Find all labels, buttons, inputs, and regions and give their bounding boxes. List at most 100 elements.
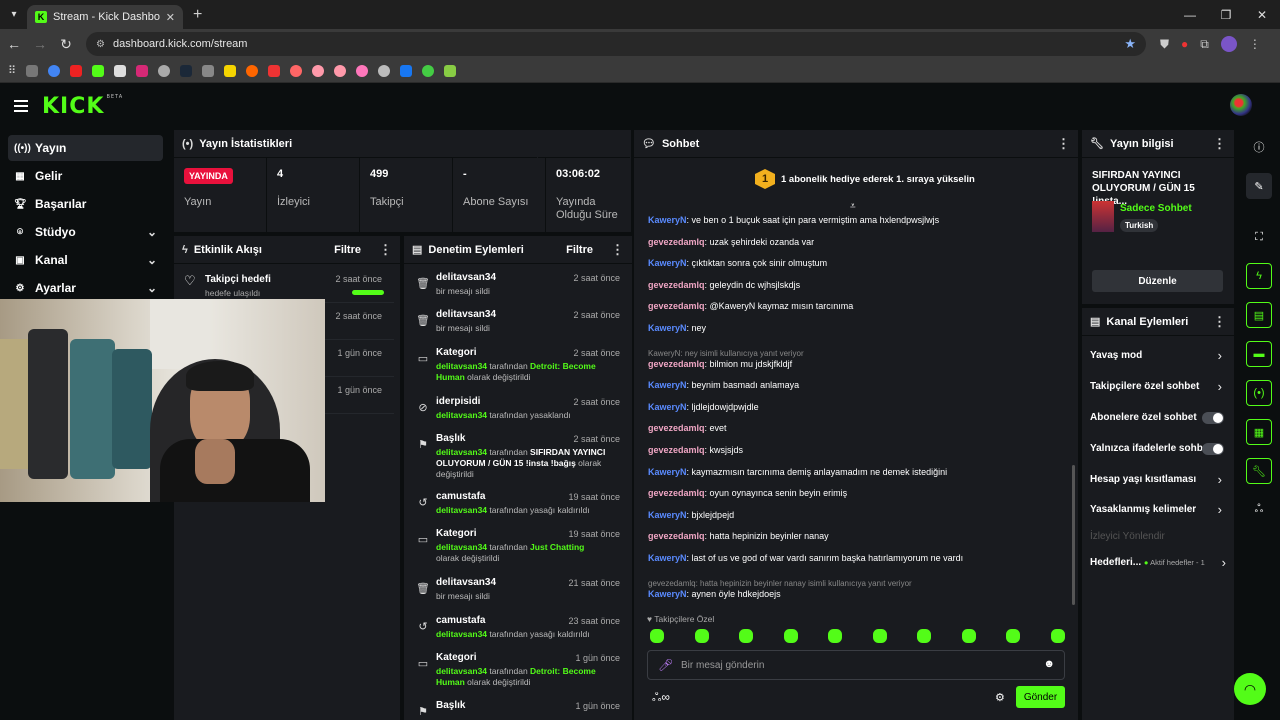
moderation-item[interactable]: ⚑ Başlık 1 gün önce bbox=[404, 695, 632, 720]
bookmark-site9-icon[interactable] bbox=[422, 64, 435, 77]
reload-icon[interactable]: ↻ bbox=[54, 36, 78, 53]
restore-icon[interactable]: ❐ bbox=[1208, 0, 1244, 29]
extensions-icon[interactable]: ⧉ bbox=[1200, 37, 1209, 52]
url-field[interactable]: ⚙ dashboard.kick.com/stream ★ bbox=[86, 32, 1146, 56]
emote-icon[interactable] bbox=[872, 629, 887, 643]
chat-message[interactable]: gevezedamlq: kwsjsjds bbox=[648, 445, 743, 455]
sidebar-item-studyo[interactable]: ⌾ Stüdyo ⌄ bbox=[8, 219, 163, 245]
apps-grid-icon[interactable]: ⠿ bbox=[8, 64, 16, 77]
bookmark-instagram-icon[interactable] bbox=[136, 64, 149, 77]
chat-username[interactable]: KaweryN bbox=[648, 553, 687, 563]
bookmark-site5-icon[interactable] bbox=[312, 64, 325, 77]
chat-bubble-icon[interactable]: ▬ bbox=[1246, 341, 1272, 367]
extension-record-icon[interactable]: ● bbox=[1181, 37, 1188, 51]
emote-icon[interactable] bbox=[783, 629, 798, 643]
infinity-icon[interactable]: ஃ∞ bbox=[652, 690, 670, 706]
more-options-icon[interactable]: ⋮ bbox=[1213, 136, 1226, 152]
sidebar-item-yayin[interactable]: ((•)) Yayın bbox=[8, 135, 163, 161]
chat-username[interactable]: KaweryN bbox=[648, 323, 687, 333]
bookmark-site3-icon[interactable] bbox=[246, 64, 259, 77]
emote-icon[interactable] bbox=[650, 629, 664, 643]
chat-message[interactable]: KaweryN: ve ben o 1 buçuk saat için para… bbox=[648, 215, 939, 225]
action-banned-words[interactable]: Yasaklanmış kelimeler bbox=[1090, 504, 1228, 515]
emote-icon[interactable] bbox=[961, 629, 976, 643]
chat-settings-icon[interactable]: ⚙ bbox=[995, 691, 1005, 704]
chat-message[interactable]: gevezedamlq: evet bbox=[648, 423, 727, 433]
moderation-item[interactable]: 🗑︎ delitavsan34 21 saat önce bir mesajı … bbox=[404, 572, 632, 609]
moderation-item[interactable]: ↺ camustafa 23 saat önce delitavsan34 ta… bbox=[404, 610, 632, 647]
browser-menu-icon[interactable]: ⋮ bbox=[1249, 37, 1261, 51]
chat-message[interactable]: gevezedamlq: geleydin dc wjhsjlskdjs bbox=[648, 280, 800, 290]
chat-username[interactable]: gevezedamlq bbox=[648, 531, 705, 541]
moderation-item[interactable]: ▭ Kategori 1 gün önce delitavsan34 taraf… bbox=[404, 647, 632, 695]
bookmark-star-icon[interactable]: ★ bbox=[1124, 36, 1136, 52]
moderation-item[interactable]: ⊘ iderpisidi 2 saat önce delitavsan34 ta… bbox=[404, 391, 632, 428]
chevron-right-icon[interactable]: › bbox=[1218, 502, 1222, 517]
bookmark-steam-icon[interactable] bbox=[180, 64, 193, 77]
chat-message[interactable]: KaweryN: ney bbox=[648, 323, 706, 333]
action-account-age[interactable]: Hesap yaşı kısıtlaması bbox=[1090, 474, 1228, 485]
chat-username[interactable]: KaweryN bbox=[648, 467, 687, 477]
emote-icon[interactable] bbox=[739, 629, 753, 643]
emote-icon[interactable] bbox=[828, 629, 842, 643]
window-close-icon[interactable]: ✕ bbox=[1244, 0, 1280, 29]
wrench-icon[interactable]: 🔧︎ bbox=[1246, 458, 1272, 484]
chevron-right-icon[interactable]: › bbox=[1218, 348, 1222, 363]
profile-avatar[interactable] bbox=[1220, 36, 1237, 52]
bookmark-pocket-icon[interactable] bbox=[268, 64, 281, 77]
sidebar-item-ayarlar[interactable]: ⚙ Ayarlar ⌄ bbox=[8, 275, 163, 301]
send-button[interactable]: Gönder bbox=[1016, 686, 1065, 708]
chat-username[interactable]: gevezedamlq bbox=[648, 237, 705, 247]
document-icon[interactable]: ▤ bbox=[1246, 302, 1272, 328]
emote-icon[interactable] bbox=[694, 629, 709, 643]
chat-message[interactable]: gevezedamlq: hatta hepinizin beyinler na… bbox=[648, 531, 829, 541]
fullscreen-icon[interactable]: ⛶ bbox=[1246, 224, 1272, 250]
chat-username[interactable]: gevezedamlq bbox=[648, 445, 705, 455]
chat-username[interactable]: gevezedamlq bbox=[648, 423, 705, 433]
chat-message[interactable]: KaweryN: bjxlejdpejd bbox=[648, 510, 734, 520]
category-name[interactable]: Sadece Sohbet bbox=[1120, 203, 1192, 214]
chat-username[interactable]: KaweryN bbox=[648, 215, 687, 225]
bookmark-site10-icon[interactable] bbox=[444, 64, 457, 77]
pinned-banner[interactable]: 1 1 abonelik hediye ederek 1. sıraya yük… bbox=[634, 159, 1078, 223]
filter-button[interactable]: Filtre bbox=[334, 244, 361, 256]
support-icon[interactable]: ◠ bbox=[1234, 673, 1266, 705]
moderation-item[interactable]: ↺ camustafa 19 saat önce delitavsan34 ta… bbox=[404, 486, 632, 523]
filter-button[interactable]: Filtre bbox=[566, 244, 593, 256]
emoji-icon[interactable]: ☻ bbox=[1043, 658, 1055, 670]
info-icon[interactable]: ⓘ bbox=[1246, 134, 1272, 160]
chevron-right-icon[interactable]: › bbox=[1218, 379, 1222, 394]
chat-username[interactable]: KaweryN bbox=[648, 510, 687, 520]
kick-logo[interactable]: KICK BETA bbox=[42, 94, 123, 119]
action-followers-only[interactable]: Takipçilere özel sohbet bbox=[1090, 381, 1228, 392]
chat-username[interactable]: KaweryN bbox=[648, 402, 687, 412]
emote-icon[interactable] bbox=[917, 629, 931, 643]
chevron-right-icon[interactable]: › bbox=[1222, 555, 1226, 570]
sidebar-item-basarilar[interactable]: 🏆︎ Başarılar bbox=[8, 191, 163, 217]
chat-username[interactable]: KaweryN bbox=[648, 589, 687, 599]
chat-message[interactable]: gevezedamlq: uzak şehirdeki ozanda var bbox=[648, 237, 814, 247]
chat-username[interactable]: gevezedamlq bbox=[648, 359, 705, 369]
bookmark-site4-icon[interactable] bbox=[290, 64, 303, 77]
bookmark-google-icon[interactable] bbox=[48, 64, 61, 77]
bookmark-youtube-icon[interactable] bbox=[70, 64, 83, 77]
chat-message[interactable]: KaweryN: ljdlejdowjdpwjdle bbox=[648, 402, 759, 412]
bookmark-site7-icon[interactable] bbox=[356, 64, 369, 77]
bookmark-site2-icon[interactable] bbox=[202, 64, 215, 77]
activity-item[interactable]: ♡ Takipçi hedefi hedefe ulaşıldı 2 saat … bbox=[174, 266, 394, 303]
bookmark-site8-icon[interactable] bbox=[378, 64, 391, 77]
chat-scrollbar[interactable] bbox=[1072, 465, 1075, 605]
emote-icon[interactable] bbox=[1050, 629, 1065, 643]
chat-message[interactable]: gevezedamlq: oyun oynayınca senin beyin … bbox=[648, 488, 847, 498]
chat-username[interactable]: KaweryN bbox=[648, 258, 687, 268]
chat-username[interactable]: gevezedamlq bbox=[648, 301, 705, 311]
action-slow-mode[interactable]: Yavaş mod bbox=[1090, 350, 1228, 361]
pencil-icon[interactable]: ✎ bbox=[1246, 173, 1272, 199]
bookmark-facebook-icon[interactable] bbox=[400, 64, 413, 77]
sidebar-item-gelir[interactable]: ▦ Gelir bbox=[8, 163, 163, 189]
emotes-only-toggle[interactable] bbox=[1202, 443, 1224, 455]
chat-message[interactable]: KaweryN: kaymazmısın tarcınıma demiş anl… bbox=[648, 467, 947, 477]
menu-icon[interactable] bbox=[14, 100, 28, 112]
new-tab-icon[interactable]: + bbox=[193, 6, 202, 24]
bookmark-site-icon[interactable] bbox=[114, 64, 127, 77]
